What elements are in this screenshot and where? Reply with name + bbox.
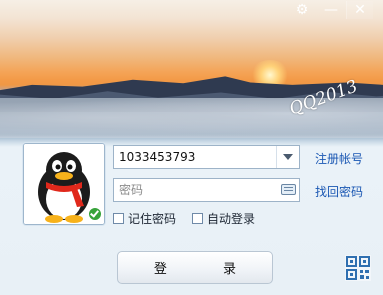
- auto-login-label: 自动登录: [207, 212, 256, 226]
- gear-icon: ⚙: [295, 2, 309, 18]
- keyboard-icon[interactable]: [281, 184, 296, 195]
- remember-password-checkbox[interactable]: 记住密码: [113, 210, 176, 227]
- account-field[interactable]: [113, 145, 300, 169]
- account-input[interactable]: [114, 146, 269, 168]
- login-window: QQ2013 ⚙ — ✕ 1033453793 注册帐号 找回密码 记住密码 自…: [0, 0, 383, 295]
- recover-password-link[interactable]: 找回密码: [315, 183, 363, 200]
- qr-code-icon[interactable]: [345, 255, 371, 281]
- checkbox-box[interactable]: [192, 213, 203, 224]
- password-input[interactable]: [114, 179, 269, 201]
- chevron-down-icon: [283, 154, 293, 160]
- checkbox-box[interactable]: [113, 213, 124, 224]
- close-icon: ✕: [354, 2, 366, 18]
- close-button[interactable]: ✕: [346, 1, 373, 19]
- register-account-link[interactable]: 注册帐号: [315, 150, 363, 167]
- password-field[interactable]: [113, 178, 300, 202]
- online-status-icon[interactable]: [88, 207, 102, 221]
- account-dropdown-button[interactable]: [276, 146, 299, 168]
- minimize-icon: —: [324, 2, 338, 18]
- settings-button[interactable]: ⚙: [289, 1, 315, 19]
- auto-login-checkbox[interactable]: 自动登录: [192, 210, 255, 227]
- login-button[interactable]: 登 录: [117, 251, 273, 284]
- minimize-button[interactable]: —: [318, 1, 344, 19]
- remember-password-label: 记住密码: [128, 212, 177, 226]
